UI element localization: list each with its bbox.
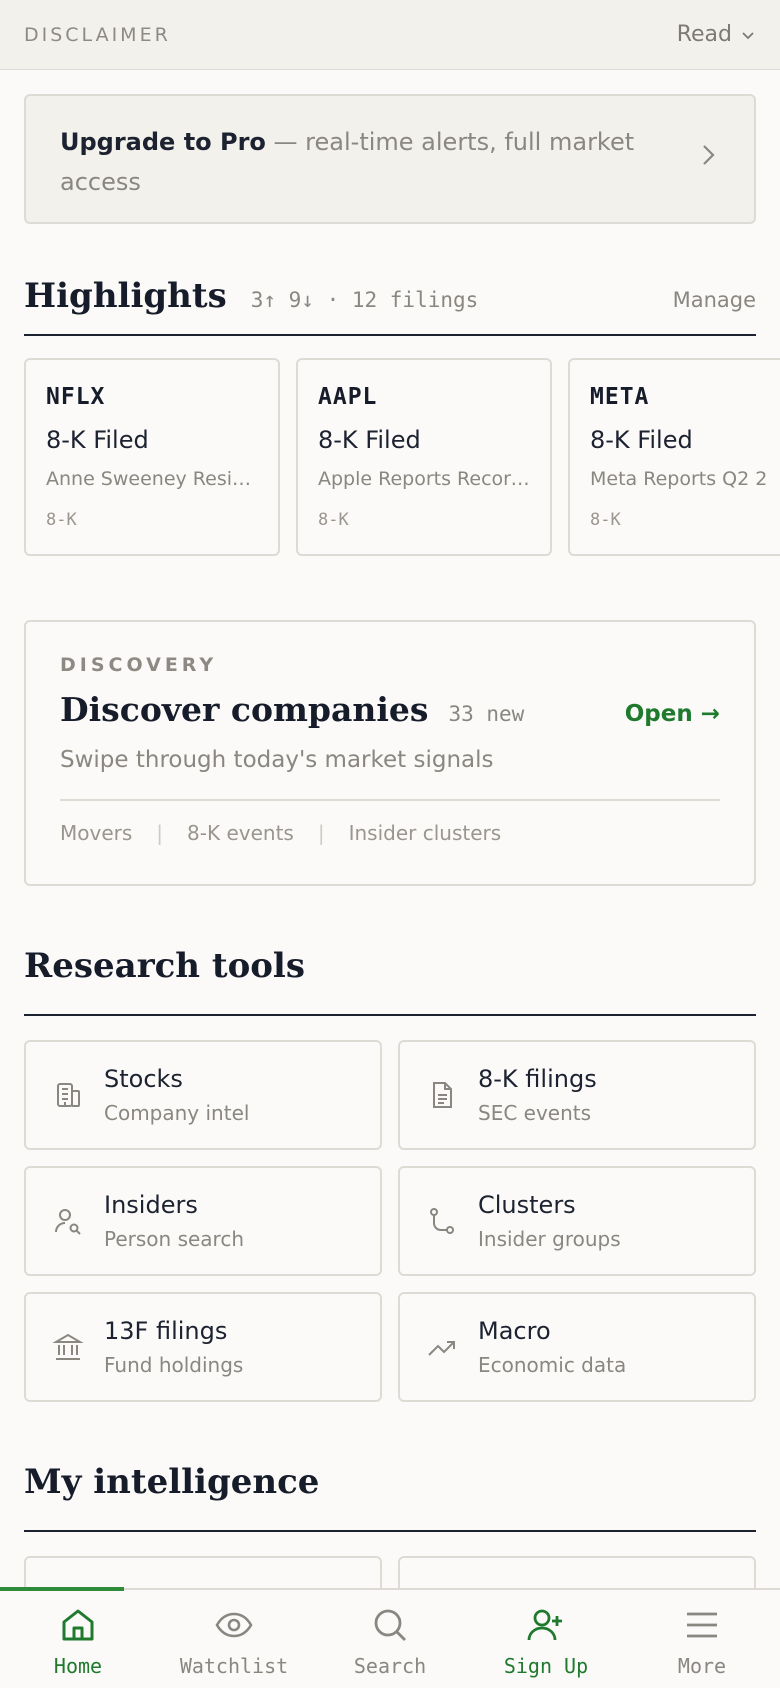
tool-title: Stocks — [104, 1065, 183, 1093]
ticker: NFLX — [46, 384, 106, 410]
tool-subtitle: Person search — [104, 1227, 244, 1251]
highlights-header: Highlights 3↑ 9↓ · 12 filings Manage — [24, 276, 756, 336]
research-title: Research tools — [24, 946, 305, 986]
ticker: META — [590, 384, 650, 410]
nav-sign-up[interactable]: Sign Up — [468, 1590, 624, 1688]
tool-clusters[interactable]: Clusters Insider groups — [398, 1166, 756, 1276]
filing-tag: 8-K — [590, 510, 621, 530]
discovery-chips: Movers | 8-K events | Insider clusters — [60, 821, 720, 845]
filing-tag: 8-K — [46, 510, 77, 530]
highlight-card[interactable]: META 8-K Filed Meta Reports Q2 2 8-K — [568, 358, 780, 556]
chevron-right-icon — [703, 145, 715, 165]
chip-movers[interactable]: Movers — [60, 821, 132, 845]
tool-title: 13F filings — [104, 1317, 228, 1345]
tool-13f-filings[interactable]: 13F filings Fund holdings — [24, 1292, 382, 1402]
tool-subtitle: Economic data — [478, 1353, 627, 1377]
discovery-title: Discover companies — [60, 690, 429, 729]
tool-title: Clusters — [478, 1191, 576, 1219]
building-icon — [50, 1077, 86, 1113]
event-description: Apple Reports Record... — [318, 468, 530, 490]
open-link[interactable]: Open → — [625, 701, 720, 727]
tool-title: 8-K filings — [478, 1065, 597, 1093]
nav-home[interactable]: Home — [0, 1587, 156, 1688]
upgrade-banner[interactable]: Upgrade to Pro — real-time alerts, full … — [24, 94, 756, 224]
divider: | — [317, 821, 325, 845]
tool-stocks[interactable]: Stocks Company intel — [24, 1040, 382, 1150]
highlights-carousel[interactable]: NFLX 8-K Filed Anne Sweeney Resig... 8-K… — [24, 358, 780, 558]
read-dropdown[interactable]: Read — [677, 22, 756, 47]
document-icon — [424, 1077, 460, 1113]
divider: | — [156, 821, 164, 845]
bottom-nav: Home Watchlist Search Sign Up More — [0, 1587, 780, 1688]
disclaimer-bar: DISCLAIMER Read — [0, 0, 780, 70]
highlights-stats: 3↑ 9↓ · 12 filings — [250, 288, 479, 312]
menu-icon — [687, 1612, 717, 1638]
highlight-card[interactable]: NFLX 8-K Filed Anne Sweeney Resig... 8-K — [24, 358, 280, 556]
active-indicator — [0, 1587, 124, 1591]
intelligence-header: My intelligence — [24, 1462, 756, 1532]
manage-link[interactable]: Manage — [673, 288, 756, 312]
tool-subtitle: Insider groups — [478, 1227, 621, 1251]
trend-up-icon — [424, 1329, 460, 1365]
tool-8k-filings[interactable]: 8-K filings SEC events — [398, 1040, 756, 1150]
tool-subtitle: SEC events — [478, 1101, 592, 1125]
search-icon — [374, 1609, 406, 1641]
chip-8k-events[interactable]: 8-K events — [187, 821, 294, 845]
tool-insiders[interactable]: Insiders Person search — [24, 1166, 382, 1276]
highlight-card[interactable]: AAPL 8-K Filed Apple Reports Record... 8… — [296, 358, 552, 556]
event-description: Anne Sweeney Resig... — [46, 468, 258, 490]
event-description: Meta Reports Q2 2 — [590, 468, 768, 490]
bank-icon — [50, 1329, 86, 1365]
nav-label: Search — [353, 1654, 427, 1678]
event-type: 8-K Filed — [590, 426, 693, 454]
new-count: 33 new — [448, 702, 525, 726]
chip-insider-clusters[interactable]: Insider clusters — [349, 821, 502, 845]
user-plus-icon — [527, 1609, 562, 1641]
intelligence-title: My intelligence — [24, 1462, 320, 1502]
tool-macro[interactable]: Macro Economic data — [398, 1292, 756, 1402]
nav-more[interactable]: More — [624, 1590, 780, 1688]
discovery-eyebrow: DISCOVERY — [60, 654, 218, 676]
tool-subtitle: Fund holdings — [104, 1353, 244, 1377]
nav-label: Sign Up — [503, 1654, 589, 1678]
nav-label: More — [677, 1654, 727, 1678]
event-type: 8-K Filed — [46, 426, 149, 454]
nav-search[interactable]: Search — [312, 1590, 468, 1688]
highlights-title: Highlights — [24, 276, 227, 316]
person-search-icon — [50, 1203, 86, 1239]
discovery-subtitle: Swipe through today's market signals — [60, 747, 720, 801]
tool-title: Macro — [478, 1317, 551, 1345]
filing-tag: 8-K — [318, 510, 349, 530]
event-type: 8-K Filed — [318, 426, 421, 454]
disclaimer-label: DISCLAIMER — [24, 23, 171, 46]
ticker: AAPL — [318, 384, 378, 410]
nav-label: Watchlist — [179, 1654, 289, 1678]
nav-label: Home — [53, 1654, 103, 1678]
research-header: Research tools — [24, 946, 756, 1016]
home-icon — [62, 1609, 94, 1641]
read-label: Read — [676, 22, 732, 47]
branch-icon — [424, 1203, 460, 1239]
tool-title: Insiders — [104, 1191, 198, 1219]
tool-subtitle: Company intel — [104, 1101, 250, 1125]
upgrade-title: Upgrade to Pro — [60, 128, 266, 156]
discovery-card[interactable]: DISCOVERY Discover companies 33 new Open… — [24, 620, 756, 886]
eye-icon — [215, 1612, 253, 1638]
chevron-down-icon — [742, 31, 754, 39]
nav-watchlist[interactable]: Watchlist — [156, 1590, 312, 1688]
